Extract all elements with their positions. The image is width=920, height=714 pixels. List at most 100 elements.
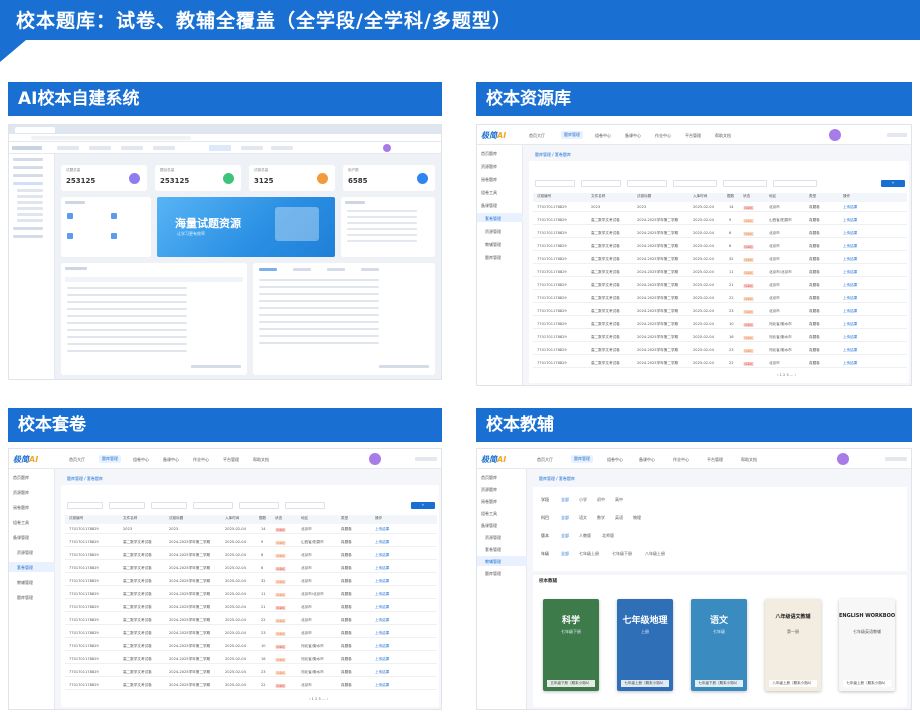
sidebar-item-active[interactable] [13, 182, 43, 185]
table-row[interactable]: 7701701178829 高二数学文考试卷 2024-2025学年第二学期 2025… [533, 230, 907, 238]
sidebar-item[interactable]: 题库管理 [485, 255, 501, 261]
tab[interactable] [361, 268, 379, 271]
book-cover[interactable]: 八年级语文教辅 第一册 八年级上册（期末小测A） [765, 599, 821, 691]
filter-option[interactable]: 语文 [579, 515, 587, 521]
sidebar-item[interactable] [13, 158, 43, 161]
table-row[interactable] [67, 301, 187, 303]
table-row[interactable] [67, 329, 187, 331]
filter-option[interactable]: 全部 [561, 515, 569, 521]
sidebar-item[interactable] [13, 227, 43, 230]
filter-option[interactable]: 物理 [633, 515, 641, 521]
tab-active[interactable] [259, 268, 277, 271]
user-name[interactable] [885, 457, 907, 461]
row-action-link[interactable]: 上传结果 [843, 322, 857, 327]
table-row[interactable]: 7701701178829 高二数学文考试卷 2024-2025学年第二学期 2025… [65, 565, 437, 573]
nav-tab-homework[interactable]: 作业中心 [655, 133, 671, 139]
sidebar-item[interactable]: 阅卷题库 [13, 505, 29, 511]
table-row[interactable]: 7701701178829 高二数学文考试卷 2024-2025学年第二学期 2025… [65, 591, 437, 599]
row-action-link[interactable]: 上传结果 [375, 566, 389, 571]
table-row[interactable] [259, 286, 379, 288]
nav-tab-home[interactable]: 首页大厅 [69, 457, 85, 463]
nav-tab-active[interactable] [209, 145, 231, 151]
sidebar-item[interactable]: 资源题库 [481, 487, 497, 493]
row-action-link[interactable]: 上传结果 [375, 579, 389, 584]
row-action-link[interactable]: 上传结果 [375, 605, 389, 610]
row-action-link[interactable]: 上传结果 [843, 231, 857, 236]
row-action-link[interactable]: 上传结果 [375, 644, 389, 649]
filter-input[interactable] [627, 180, 667, 187]
table-row[interactable]: 7701701178829 高二数学文考试卷 2024-2025学年第二学期 2025… [533, 269, 907, 277]
nav-tab-compose[interactable]: 组卷中心 [133, 457, 149, 463]
nav-tab-bank[interactable]: 题库管理 [571, 455, 593, 463]
sidebar-item[interactable]: 组卷工具 [13, 520, 29, 526]
table-row[interactable]: 7701701178829 高二数学文考试卷 2024-2025学年第二学期 2025… [65, 682, 437, 690]
filter-input[interactable] [285, 502, 325, 509]
sidebar-item[interactable]: 首页题库 [481, 151, 497, 157]
sidebar-item[interactable]: 组卷工具 [481, 190, 497, 196]
nav-tab-home[interactable]: 首页大厅 [529, 133, 545, 139]
url-input[interactable] [31, 136, 191, 140]
pagination[interactable] [379, 365, 429, 368]
nav-tab-prep[interactable]: 备课中心 [625, 133, 641, 139]
table-row[interactable]: 7701701178829 高二数学文考试卷 2024-2025学年第二学期 2025… [65, 578, 437, 586]
row-action-link[interactable]: 上传结果 [375, 540, 389, 545]
table-row[interactable] [259, 300, 379, 302]
nav-tab-homework[interactable]: 作业中心 [193, 457, 209, 463]
sidebar-item[interactable]: 资源管理 [485, 535, 501, 541]
row-action-link[interactable]: 上传结果 [375, 657, 389, 662]
nav-tab-help[interactable]: 帮助文档 [715, 133, 731, 139]
list-item[interactable] [347, 234, 417, 236]
sidebar-item-active[interactable]: 套卷管理 [17, 565, 33, 571]
nav-tab[interactable] [57, 146, 79, 150]
table-row[interactable] [67, 343, 187, 345]
nav-tab-prep[interactable]: 备课中心 [639, 457, 655, 463]
avatar[interactable] [837, 453, 849, 465]
list-item[interactable] [347, 210, 417, 212]
row-action-link[interactable]: 上传结果 [375, 527, 389, 532]
tab[interactable] [327, 268, 345, 271]
filter-option[interactable]: 高中 [615, 497, 623, 503]
table-row[interactable] [67, 294, 187, 296]
filter-option[interactable]: 数学 [597, 515, 605, 521]
filter-input[interactable] [67, 502, 103, 509]
table-row[interactable]: 7701701178829 高二数学文考试卷 2024-2025学年第二学期 2025… [533, 243, 907, 251]
book-cover[interactable]: 七年级地理 上册 七年级上册（期末小测A） [617, 599, 673, 691]
nav-tab[interactable] [241, 146, 263, 150]
table-row[interactable] [259, 321, 379, 323]
row-action-link[interactable]: 上传结果 [375, 592, 389, 597]
row-action-link[interactable]: 上传结果 [843, 348, 857, 353]
row-action-link[interactable]: 上传结果 [375, 631, 389, 636]
sidebar-item[interactable] [13, 166, 43, 169]
sidebar-subitem[interactable] [17, 207, 43, 210]
nav-tab-help[interactable]: 帮助文档 [741, 457, 757, 463]
table-row[interactable]: 7701701178829 高二数学文考试卷 2024-2025学年第二学期 2025… [65, 552, 437, 560]
nav-tab-bank[interactable]: 题库管理 [99, 455, 121, 463]
table-row[interactable] [67, 287, 187, 289]
table-row[interactable] [259, 314, 379, 316]
sidebar-subitem[interactable] [17, 213, 43, 216]
row-action-link[interactable]: 上传结果 [843, 283, 857, 288]
sidebar-item[interactable]: 资源管理 [485, 229, 501, 235]
nav-tab-prep[interactable]: 备课中心 [163, 457, 179, 463]
row-action-link[interactable]: 上传结果 [843, 296, 857, 301]
table-row[interactable]: 7701701178829 高二数学文考试卷 2024-2025学年第二学期 2025… [533, 217, 907, 225]
sidebar-item[interactable]: 阅卷题库 [481, 177, 497, 183]
table-row[interactable] [259, 279, 379, 281]
table-row[interactable]: 7701701178829 2023 2023 2025-02-04 14 待审核 北京市 真… [533, 204, 907, 212]
row-action-link[interactable]: 上传结果 [375, 553, 389, 558]
table-row[interactable]: 7701701178829 高二数学文考试卷 2024-2025学年第二学期 2025… [65, 643, 437, 651]
nav-tab-compose[interactable]: 组卷中心 [607, 457, 623, 463]
book-cover[interactable]: 语文 七年级 七年级下册（期末小测A） [691, 599, 747, 691]
sidebar-item[interactable]: 备课管理 [481, 203, 497, 209]
filter-input[interactable] [673, 180, 717, 187]
table-row[interactable] [259, 293, 379, 295]
table-row[interactable] [67, 350, 187, 352]
sidebar-item[interactable]: 题库管理 [17, 595, 33, 601]
table-row[interactable]: 7701701178829 高二数学文考试卷 2024-2025学年第二学期 2025… [533, 256, 907, 264]
table-row[interactable]: 7701701178829 高二数学文考试卷 2024-2025学年第二学期 2025… [533, 334, 907, 342]
sidebar-item[interactable]: 教辅管理 [485, 242, 501, 248]
table-row[interactable] [67, 308, 187, 310]
filter-input[interactable] [239, 502, 279, 509]
filter-option[interactable]: 初中 [597, 497, 605, 503]
user-name[interactable] [415, 457, 437, 461]
